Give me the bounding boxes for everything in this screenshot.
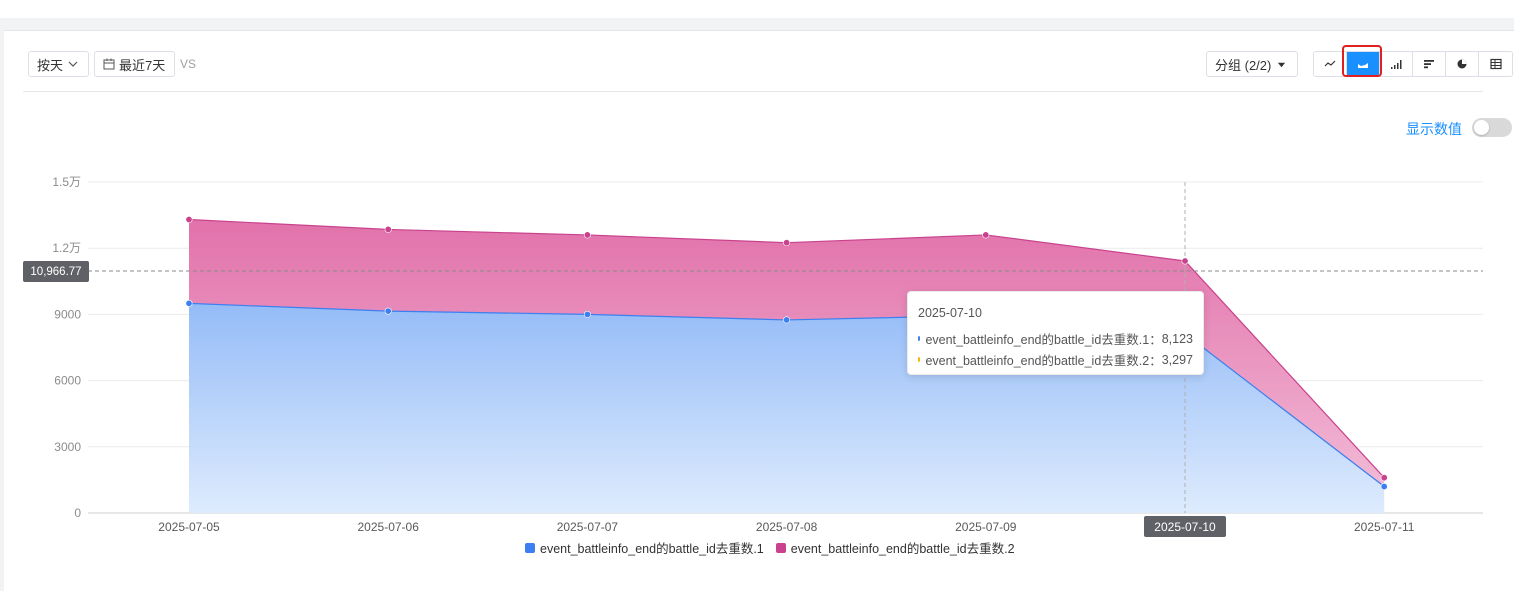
tooltip-colon: ： xyxy=(1149,354,1162,368)
x-tick-label: 2025-07-07 xyxy=(557,520,619,534)
tooltip-series1-name: event_battleinfo_end的battle_id去重数.1 xyxy=(925,333,1150,347)
tooltip-row-2: event_battleinfo_end的battle_id去重数.2 ： 3,… xyxy=(918,349,1193,370)
legend-swatch-series1 xyxy=(525,542,535,553)
y-tick-label: 3000 xyxy=(54,440,81,454)
legend-label-series2: event_battleinfo_end的battle_id去重数.2 xyxy=(790,542,1015,556)
tooltip-colon: ： xyxy=(1149,333,1162,347)
x-tick-label: 2025-07-11 xyxy=(1354,520,1415,534)
tooltip-series2-name: event_battleinfo_end的battle_id去重数.2 xyxy=(925,354,1150,368)
tooltip-date: 2025-07-10 xyxy=(918,306,982,320)
y-tick-label: 0 xyxy=(74,506,81,520)
chart-legend: event_battleinfo_end的battle_id去重数.1 even… xyxy=(525,538,1027,557)
series2-point[interactable] xyxy=(982,231,990,239)
series1-point[interactable] xyxy=(783,316,791,324)
y-tick-label: 1.5万 xyxy=(52,175,81,189)
x-tick-label: 2025-07-08 xyxy=(756,520,818,534)
series2-point[interactable] xyxy=(1181,257,1189,265)
y-tick-label: 1.2万 xyxy=(52,241,81,255)
tooltip-series2-dot xyxy=(918,357,921,362)
area-chart: 0 3000 6000 9000 1.2万 1.5万 2025-07-05 2025-07-0… xyxy=(23,175,1483,537)
series2-point[interactable] xyxy=(1380,474,1388,482)
legend-label-series1: event_battleinfo_end的battle_id去重数.1 xyxy=(540,542,764,556)
series2-point[interactable] xyxy=(384,225,392,233)
x-tick-label: 2025-07-10 xyxy=(1154,520,1216,534)
series2-point[interactable] xyxy=(783,239,791,247)
tooltip-series1-value: 8,123 xyxy=(1161,331,1193,346)
series1-point[interactable] xyxy=(583,310,591,318)
tooltip-series2-value: 3,297 xyxy=(1161,352,1193,367)
y-tick-label: 9000 xyxy=(54,307,81,321)
series1-point[interactable] xyxy=(384,307,392,315)
x-tick-label: 2025-07-05 xyxy=(158,520,220,534)
tooltip-row-1: event_battleinfo_end的battle_id去重数.1 ： 8,… xyxy=(918,328,1193,349)
y-tick-label: 6000 xyxy=(54,374,81,388)
data-tooltip: 2025-07-10 event_battleinfo_end的battle_i… xyxy=(907,291,1204,375)
series2-point[interactable] xyxy=(583,231,591,239)
series1-point[interactable] xyxy=(185,299,193,307)
x-tick-label: 2025-07-09 xyxy=(955,520,1017,534)
series2-point[interactable] xyxy=(185,216,193,224)
legend-swatch-series2 xyxy=(775,542,786,553)
legend-item-series2[interactable]: event_battleinfo_end的battle_id去重数.2 xyxy=(775,538,1015,557)
tooltip-series1-dot xyxy=(918,336,921,341)
series1-point[interactable] xyxy=(1380,483,1388,491)
legend-item-series1[interactable]: event_battleinfo_end的battle_id去重数.1 xyxy=(525,538,764,557)
y-axis-pointer-label: 10,966.77 xyxy=(30,266,81,278)
x-tick-label: 2025-07-06 xyxy=(358,520,420,534)
